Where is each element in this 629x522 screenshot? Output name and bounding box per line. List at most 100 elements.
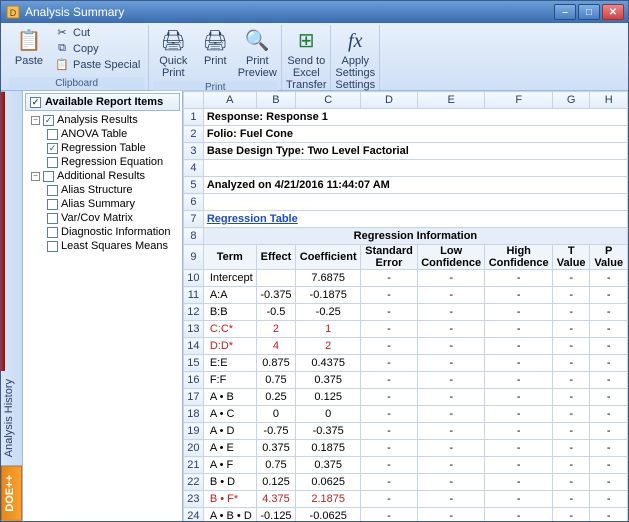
row-header[interactable]: 3	[184, 143, 204, 160]
cell[interactable]: -	[552, 440, 589, 457]
cell[interactable]: 0.75	[256, 457, 296, 474]
cell[interactable]: 4	[256, 338, 296, 355]
row-header[interactable]: 16	[184, 372, 204, 389]
cell[interactable]: 2	[256, 321, 296, 338]
cell[interactable]: -	[361, 338, 418, 355]
checkbox-icon[interactable]	[47, 185, 58, 196]
sidebar-item[interactable]: Alias Summary	[25, 197, 180, 211]
cell[interactable]: -0.25	[296, 304, 361, 321]
checkbox-icon[interactable]	[47, 227, 58, 238]
cell[interactable]: -	[590, 508, 628, 522]
group-analysis-results[interactable]: − ✓ Analysis Results	[25, 113, 180, 127]
cell[interactable]: -	[485, 508, 553, 522]
cell[interactable]: -	[590, 423, 628, 440]
cell[interactable]: B:B	[203, 304, 256, 321]
cell[interactable]: 0.125	[296, 389, 361, 406]
sidebar-item[interactable]: Diagnostic Information	[25, 225, 180, 239]
group-additional-results[interactable]: − Additional Results	[25, 169, 180, 183]
cell[interactable]: -	[417, 406, 485, 423]
row-header[interactable]: 14	[184, 338, 204, 355]
cell[interactable]: -	[590, 372, 628, 389]
checkbox-icon[interactable]	[47, 241, 58, 252]
cell[interactable]: -	[485, 491, 553, 508]
row-header[interactable]: 24	[184, 508, 204, 522]
cell[interactable]: -	[590, 406, 628, 423]
checkbox-icon[interactable]	[47, 157, 58, 168]
cell[interactable]: B • F*	[203, 491, 256, 508]
column-header[interactable]: E	[417, 92, 485, 109]
row-header[interactable]: 11	[184, 287, 204, 304]
cell[interactable]: Intercept	[203, 270, 256, 287]
sidebar-item[interactable]: Var/Cov Matrix	[25, 211, 180, 225]
row-header[interactable]: 9	[184, 245, 204, 270]
cell[interactable]: -	[485, 287, 553, 304]
cell[interactable]: 0	[256, 406, 296, 423]
print-preview-button[interactable]: 🔍Print Preview	[237, 25, 277, 81]
cell[interactable]: -	[417, 389, 485, 406]
cell[interactable]	[203, 194, 627, 211]
row-header[interactable]: 2	[184, 126, 204, 143]
spreadsheet[interactable]: ABCDEFGH 1Response: Response 12Folio: Fu…	[183, 91, 628, 521]
cell[interactable]: A • E	[203, 440, 256, 457]
cell[interactable]: -	[417, 372, 485, 389]
cell[interactable]: -	[590, 457, 628, 474]
cell[interactable]: -	[361, 440, 418, 457]
quick-print-button[interactable]: 🖨Quick Print	[153, 25, 193, 81]
cell[interactable]	[256, 270, 296, 287]
cell[interactable]: -	[361, 457, 418, 474]
regression-table-link[interactable]: Regression Table	[203, 211, 627, 228]
cell[interactable]: -	[485, 338, 553, 355]
cell[interactable]: -	[485, 304, 553, 321]
cell[interactable]: -	[590, 491, 628, 508]
cell[interactable]: -	[485, 440, 553, 457]
cell[interactable]: 0.25	[256, 389, 296, 406]
cell[interactable]: 0.375	[296, 372, 361, 389]
cell[interactable]: -0.125	[256, 508, 296, 522]
paste-button[interactable]: 📋 Paste	[9, 25, 49, 69]
column-header[interactable]: A	[203, 92, 256, 109]
cell[interactable]: 0.375	[296, 457, 361, 474]
paste-special-button[interactable]: 📋Paste Special	[51, 57, 144, 72]
sidebar-item[interactable]: Alias Structure	[25, 183, 180, 197]
sidebar-item[interactable]: ANOVA Table	[25, 127, 180, 141]
cell[interactable]: -	[590, 304, 628, 321]
cell[interactable]: -	[552, 338, 589, 355]
cell[interactable]: -	[485, 321, 553, 338]
cell[interactable]: -	[417, 491, 485, 508]
cell[interactable]: -	[485, 457, 553, 474]
cell[interactable]: Response: Response 1	[203, 109, 627, 126]
tab-doe[interactable]: DOE++	[1, 466, 22, 521]
cell[interactable]: 2	[296, 338, 361, 355]
copy-button[interactable]: ⧉Copy	[51, 41, 144, 56]
cell[interactable]: -	[361, 304, 418, 321]
cell[interactable]: -	[361, 270, 418, 287]
cell[interactable]: -	[361, 423, 418, 440]
row-header[interactable]: 7	[184, 211, 204, 228]
row-header[interactable]: 15	[184, 355, 204, 372]
minimize-button[interactable]: –	[554, 4, 576, 20]
cell[interactable]: -	[361, 355, 418, 372]
cell[interactable]: -	[552, 508, 589, 522]
column-header[interactable]: G	[552, 92, 589, 109]
cell[interactable]: -	[417, 338, 485, 355]
cell[interactable]: -	[552, 321, 589, 338]
row-header[interactable]: 22	[184, 474, 204, 491]
cell[interactable]: 1	[296, 321, 361, 338]
cell[interactable]: -	[417, 304, 485, 321]
cell[interactable]: -0.5	[256, 304, 296, 321]
cell[interactable]: -	[361, 372, 418, 389]
cell[interactable]: -0.0625	[296, 508, 361, 522]
cell[interactable]: -	[590, 338, 628, 355]
cell[interactable]: 0.875	[256, 355, 296, 372]
cell[interactable]: -	[361, 508, 418, 522]
cell[interactable]: 0.1875	[296, 440, 361, 457]
cell[interactable]: -	[417, 423, 485, 440]
cell[interactable]: -0.375	[256, 287, 296, 304]
cell[interactable]: 7.6875	[296, 270, 361, 287]
collapse-icon[interactable]: −	[31, 116, 40, 125]
cell[interactable]: -	[485, 406, 553, 423]
cell[interactable]: -	[590, 270, 628, 287]
cell[interactable]: -	[361, 406, 418, 423]
cell[interactable]: -	[361, 491, 418, 508]
cell[interactable]: A • B • D	[203, 508, 256, 522]
